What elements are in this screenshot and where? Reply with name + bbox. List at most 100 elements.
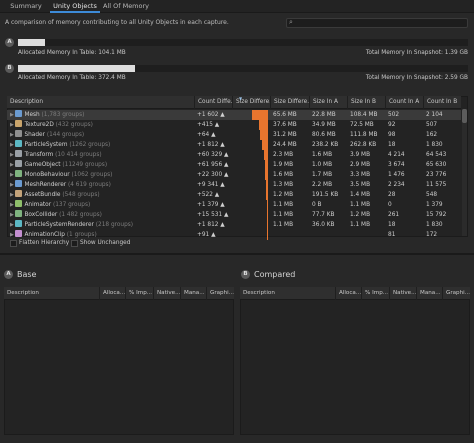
base-col-native[interactable]: Native... bbox=[153, 287, 180, 300]
cell-size-in-b: 3.5 MB bbox=[350, 182, 371, 188]
view-description: A comparison of memory contributing to a… bbox=[5, 19, 229, 26]
cell-size-in-b: 72.5 MB bbox=[350, 122, 374, 128]
cell-count-in-a: 3 674 bbox=[388, 162, 405, 168]
size-diff-bar bbox=[252, 110, 268, 120]
cell-size-diff-bar bbox=[232, 150, 270, 160]
cell-count-in-a: 98 bbox=[388, 132, 396, 138]
compared-col-managed[interactable]: Mana... bbox=[416, 287, 442, 300]
base-col-managed[interactable]: Mana... bbox=[180, 287, 206, 300]
cell-count-in-b: 2 104 bbox=[426, 112, 443, 118]
cell-count-diff: +1 812 ▲ bbox=[197, 222, 225, 228]
table-header: Description Count Diffe... Size Differe.… bbox=[7, 96, 461, 109]
table-row[interactable]: ▶ MeshRenderer (4 619 groups) +9 341 ▲ 1.3… bbox=[7, 180, 461, 190]
col-count-in-b[interactable]: Count In B bbox=[423, 96, 461, 109]
type-icon bbox=[15, 200, 23, 207]
cell-count-diff: +1 379 ▲ bbox=[197, 202, 225, 208]
base-col-allocated[interactable]: Alloca... bbox=[99, 287, 125, 300]
cell-count-in-a: 18 bbox=[388, 142, 396, 148]
row-group-count: (1 groups) bbox=[66, 232, 97, 238]
compared-badge: B bbox=[241, 270, 250, 279]
col-description[interactable]: Description bbox=[7, 96, 194, 109]
table-row[interactable]: ▶ Texture2D (432 groups) +415 ▲ 37.6 MB 34.… bbox=[7, 120, 461, 130]
table-row[interactable]: ▶ ParticleSystemRenderer (218 groups) +1 … bbox=[7, 220, 461, 230]
table-row[interactable]: ▶ Animator (137 groups) +1 379 ▲ 1.1 MB 0 B… bbox=[7, 200, 461, 210]
table-row[interactable]: ▶ Mesh (1,783 groups) +1 602 ▲ 65.6 MB 22.8… bbox=[7, 110, 461, 120]
tab-unity-objects[interactable]: Unity Objects bbox=[50, 0, 100, 13]
table-row[interactable]: ▶ AnimationClip (1 groups) +91 ▲ 81 172 bbox=[7, 230, 461, 240]
flatten-hierarchy-checkbox[interactable] bbox=[10, 240, 17, 247]
cell-size-diff-bar bbox=[232, 220, 270, 230]
row-group-count: (548 groups) bbox=[62, 192, 100, 198]
cell-count-diff: +522 ▲ bbox=[197, 192, 220, 198]
col-size-in-a[interactable]: Size In A bbox=[309, 96, 347, 109]
search-input[interactable] bbox=[286, 18, 468, 28]
cell-size-in-b: 3.3 MB bbox=[350, 172, 371, 178]
row-group-count: (1262 groups) bbox=[69, 142, 111, 148]
compared-col-native[interactable]: Native... bbox=[389, 287, 416, 300]
snapshot-b-allocated: Allocated Memory In Table: 372.4 MB bbox=[18, 75, 126, 81]
col-count-diff[interactable]: Count Diffe... bbox=[194, 96, 232, 109]
cell-size-in-a: 36.0 KB bbox=[312, 222, 335, 228]
split-divider[interactable] bbox=[0, 253, 474, 255]
col-size-diff[interactable]: Size Differe... bbox=[270, 96, 309, 109]
cell-size-in-b: 1.1 MB bbox=[350, 222, 371, 228]
table-scrollbar[interactable] bbox=[462, 109, 467, 236]
table-row[interactable]: ▶ BoxCollider (1 482 groups) +15 531 ▲ 1.1… bbox=[7, 210, 461, 220]
cell-count-in-b: 1 830 bbox=[426, 142, 443, 148]
cell-description: ▶ ParticleSystemRenderer (218 groups) bbox=[7, 220, 194, 230]
cell-size-diff-bar bbox=[232, 120, 270, 130]
base-col-impact[interactable]: % Imp... bbox=[125, 287, 153, 300]
cell-description: ▶ GameObject (11249 groups) bbox=[7, 160, 194, 170]
col-size-diff-bar[interactable]: Size Differe... bbox=[232, 96, 270, 109]
cell-size-diff: 2.3 MB bbox=[273, 152, 294, 158]
tab-all-of-memory[interactable]: All Of Memory bbox=[102, 0, 150, 13]
cell-count-in-a: 0 bbox=[388, 202, 392, 208]
cell-size-in-a: 1.7 MB bbox=[312, 172, 333, 178]
table-row[interactable]: ▶ GameObject (11249 groups) +61 956 ▲ 1.9 … bbox=[7, 160, 461, 170]
type-icon bbox=[15, 220, 23, 227]
row-group-count: (1,783 groups) bbox=[41, 112, 85, 118]
compared-table-header: Description Alloca... % Imp... Native...… bbox=[240, 287, 470, 300]
cell-count-diff: +1 602 ▲ bbox=[197, 112, 225, 118]
table-scrollbar-thumb[interactable] bbox=[462, 109, 467, 123]
cell-count-diff: +1 812 ▲ bbox=[197, 142, 225, 148]
cell-size-in-a: 77.7 KB bbox=[312, 212, 335, 218]
compared-col-allocated[interactable]: Alloca... bbox=[335, 287, 361, 300]
cell-count-diff: +22 300 ▲ bbox=[197, 172, 229, 178]
base-col-graphics[interactable]: Graphi... bbox=[206, 287, 234, 300]
cell-size-diff: 1.6 MB bbox=[273, 172, 294, 178]
cell-size-diff: 65.6 MB bbox=[273, 112, 297, 118]
row-type-name: BoxCollider bbox=[24, 212, 58, 218]
row-type-name: GameObject bbox=[24, 162, 61, 168]
cell-description: ▶ Texture2D (432 groups) bbox=[7, 120, 194, 130]
compared-col-impact[interactable]: % Imp... bbox=[361, 287, 389, 300]
cell-size-in-b: 1.2 MB bbox=[350, 212, 371, 218]
size-diff-bar bbox=[265, 160, 268, 170]
size-diff-bar bbox=[260, 130, 268, 140]
cell-count-diff: +9 341 ▲ bbox=[197, 182, 225, 188]
snapshot-b-memory-fill bbox=[18, 65, 135, 72]
cell-size-in-a: 22.8 MB bbox=[312, 112, 336, 118]
table-row[interactable]: ▶ Shader (144 groups) +64 ▲ 31.2 MB 80.6 MB… bbox=[7, 130, 461, 140]
show-unchanged-checkbox[interactable] bbox=[71, 240, 78, 247]
cell-size-in-b: 1.1 MB bbox=[350, 202, 371, 208]
col-size-in-b[interactable]: Size In B bbox=[347, 96, 385, 109]
cell-description: ▶ Mesh (1,783 groups) bbox=[7, 110, 194, 120]
snapshot-b-badge: B bbox=[5, 64, 14, 73]
cell-size-diff: 1.3 MB bbox=[273, 182, 294, 188]
cell-size-diff bbox=[270, 230, 309, 240]
table-row[interactable]: ▶ MonoBehaviour (1062 groups) +22 300 ▲ 1.… bbox=[7, 170, 461, 180]
table-row[interactable]: ▶ AssetBundle (548 groups) +522 ▲ 1.2 MB 19… bbox=[7, 190, 461, 200]
col-count-in-a[interactable]: Count In A bbox=[385, 96, 423, 109]
table-row[interactable]: ▶ ParticleSystem (1262 groups) +1 812 ▲ 24… bbox=[7, 140, 461, 150]
cell-size-in-b: 1.4 MB bbox=[350, 192, 371, 198]
cell-count-in-b: 172 bbox=[426, 232, 438, 238]
table-row[interactable]: ▶ Transform (10 414 groups) +60 329 ▲ 2.3 … bbox=[7, 150, 461, 160]
cell-description: ▶ Animator (137 groups) bbox=[7, 200, 194, 210]
row-type-name: Animator bbox=[24, 202, 52, 208]
base-col-description[interactable]: Description bbox=[4, 287, 99, 300]
snapshot-a-badge: A bbox=[5, 38, 14, 47]
compared-col-graphics[interactable]: Graphi... bbox=[442, 287, 470, 300]
compared-col-description[interactable]: Description bbox=[240, 287, 335, 300]
tab-summary[interactable]: Summary bbox=[4, 0, 48, 13]
